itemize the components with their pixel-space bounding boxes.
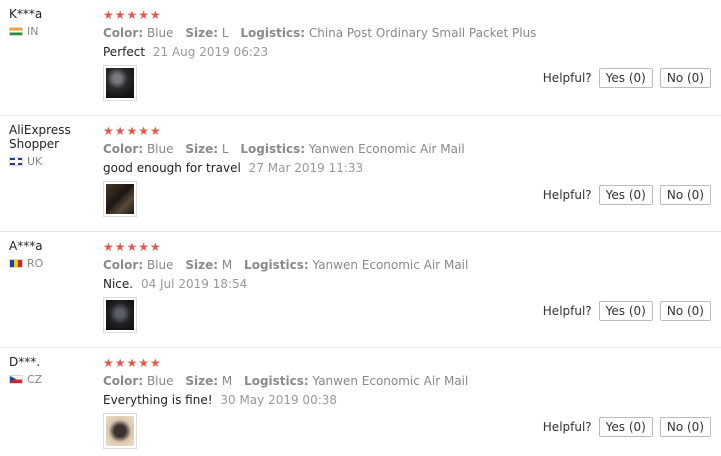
logistics-label: Logistics: bbox=[240, 142, 306, 156]
review-list: K***a IN ★★★★★ Color: Blue Size: L Logis… bbox=[0, 0, 721, 456]
color-value: Blue bbox=[146, 258, 174, 272]
review-content: ★★★★★ Color: Blue Size: M Logistics: Yan… bbox=[103, 357, 711, 408]
helpful-yes-button[interactable]: Yes (0) bbox=[598, 301, 653, 321]
reviewer-name: AliExpress Shopper bbox=[9, 123, 71, 151]
color-label: Color: bbox=[103, 374, 144, 388]
comment-text: Nice. bbox=[103, 277, 134, 291]
size-value: L bbox=[221, 142, 229, 156]
review-comment: Nice. 04 Jul 2019 18:54 bbox=[103, 276, 711, 292]
review-date: 30 May 2019 00:38 bbox=[220, 393, 338, 407]
helpful-vote: Helpful? Yes (0) No (0) bbox=[543, 417, 711, 437]
review-photo-thumbnail[interactable] bbox=[103, 65, 137, 101]
helpful-label: Helpful? bbox=[542, 420, 592, 434]
review-item: A***a RO ★★★★★ Color: Blue Size: M Logis… bbox=[0, 232, 721, 348]
reviewer-name: K***a bbox=[9, 7, 43, 21]
order-attributes: Color: Blue Size: M Logistics: Yanwen Ec… bbox=[103, 257, 711, 273]
review-comment: Perfect 21 Aug 2019 06:23 bbox=[103, 44, 711, 60]
romania-flag-icon bbox=[9, 259, 23, 268]
review-photo-thumbnail[interactable] bbox=[103, 297, 137, 333]
order-attributes: Color: Blue Size: L Logistics: China Pos… bbox=[103, 25, 711, 41]
reviewer-name: A***a bbox=[9, 239, 43, 253]
logistics-value: Yanwen Economic Air Mail bbox=[308, 142, 465, 156]
reviewer-country: UK bbox=[9, 155, 97, 168]
review-date: 04 Jul 2019 18:54 bbox=[140, 277, 248, 291]
review-comment: good enough for travel 27 Mar 2019 11:33 bbox=[103, 160, 711, 176]
helpful-yes-button[interactable]: Yes (0) bbox=[598, 185, 653, 205]
review-date: 27 Mar 2019 11:33 bbox=[248, 161, 364, 175]
country-code: RO bbox=[27, 257, 44, 270]
reviewer-country: IN bbox=[9, 25, 97, 38]
country-code: CZ bbox=[27, 373, 43, 386]
country-code: IN bbox=[27, 25, 39, 38]
comment-text: Everything is fine! bbox=[103, 393, 213, 407]
star-rating: ★★★★★ bbox=[103, 8, 162, 22]
helpful-vote: Helpful? Yes (0) No (0) bbox=[543, 185, 711, 205]
helpful-no-button[interactable]: No (0) bbox=[659, 301, 711, 321]
helpful-no-button[interactable]: No (0) bbox=[659, 417, 711, 437]
size-label: Size: bbox=[185, 374, 219, 388]
logistics-label: Logistics: bbox=[244, 374, 309, 388]
review-date: 21 Aug 2019 06:23 bbox=[152, 45, 269, 59]
review-content: ★★★★★ Color: Blue Size: L Logistics: Chi… bbox=[103, 9, 711, 60]
logistics-value: Yanwen Economic Air Mail bbox=[312, 374, 469, 388]
helpful-label: Helpful? bbox=[542, 304, 592, 318]
helpful-vote: Helpful? Yes (0) No (0) bbox=[543, 301, 711, 321]
color-value: Blue bbox=[146, 26, 174, 40]
color-value: Blue bbox=[146, 374, 174, 388]
helpful-no-button[interactable]: No (0) bbox=[659, 185, 711, 205]
order-attributes: Color: Blue Size: L Logistics: Yanwen Ec… bbox=[103, 141, 711, 157]
review-photo-thumbnail[interactable] bbox=[103, 413, 137, 449]
review-comment: Everything is fine! 30 May 2019 00:38 bbox=[103, 392, 711, 408]
reviewer-info: AliExpress Shopper UK bbox=[9, 123, 97, 168]
reviewer-info: K***a IN bbox=[9, 7, 97, 38]
reviewer-name: D***. bbox=[9, 355, 41, 369]
country-code: UK bbox=[27, 155, 43, 168]
india-flag-icon bbox=[9, 27, 23, 36]
logistics-label: Logistics: bbox=[240, 26, 306, 40]
size-value: M bbox=[221, 258, 233, 272]
uk-flag-icon bbox=[9, 157, 23, 166]
color-label: Color: bbox=[103, 142, 144, 156]
reviewer-info: D***. CZ bbox=[9, 355, 97, 386]
size-label: Size: bbox=[185, 142, 219, 156]
review-content: ★★★★★ Color: Blue Size: L Logistics: Yan… bbox=[103, 125, 711, 176]
helpful-vote: Helpful? Yes (0) No (0) bbox=[543, 68, 711, 88]
color-label: Color: bbox=[103, 258, 144, 272]
helpful-no-button[interactable]: No (0) bbox=[659, 68, 711, 88]
review-item: AliExpress Shopper UK ★★★★★ Color: Blue … bbox=[0, 116, 721, 232]
logistics-value: Yanwen Economic Air Mail bbox=[312, 258, 469, 272]
size-value: L bbox=[221, 26, 229, 40]
helpful-yes-button[interactable]: Yes (0) bbox=[598, 417, 653, 437]
color-value: Blue bbox=[146, 142, 174, 156]
reviewer-info: A***a RO bbox=[9, 239, 97, 270]
logistics-value: China Post Ordinary Small Packet Plus bbox=[308, 26, 537, 40]
czech-flag-icon bbox=[9, 375, 23, 384]
order-attributes: Color: Blue Size: M Logistics: Yanwen Ec… bbox=[103, 373, 711, 389]
comment-text: Perfect bbox=[103, 45, 146, 59]
helpful-label: Helpful? bbox=[542, 188, 592, 202]
reviewer-country: RO bbox=[9, 257, 97, 270]
reviewer-country: CZ bbox=[9, 373, 97, 386]
review-item: D***. CZ ★★★★★ Color: Blue Size: M Logis… bbox=[0, 348, 721, 456]
helpful-yes-button[interactable]: Yes (0) bbox=[598, 68, 653, 88]
star-rating: ★★★★★ bbox=[103, 124, 162, 138]
size-value: M bbox=[221, 374, 233, 388]
review-content: ★★★★★ Color: Blue Size: M Logistics: Yan… bbox=[103, 241, 711, 292]
helpful-label: Helpful? bbox=[542, 71, 592, 85]
comment-text: good enough for travel bbox=[103, 161, 241, 175]
color-label: Color: bbox=[103, 26, 144, 40]
star-rating: ★★★★★ bbox=[103, 356, 162, 370]
star-rating: ★★★★★ bbox=[103, 240, 162, 254]
size-label: Size: bbox=[185, 258, 219, 272]
logistics-label: Logistics: bbox=[244, 258, 309, 272]
review-item: K***a IN ★★★★★ Color: Blue Size: L Logis… bbox=[0, 0, 721, 116]
review-photo-thumbnail[interactable] bbox=[103, 181, 137, 217]
size-label: Size: bbox=[185, 26, 219, 40]
